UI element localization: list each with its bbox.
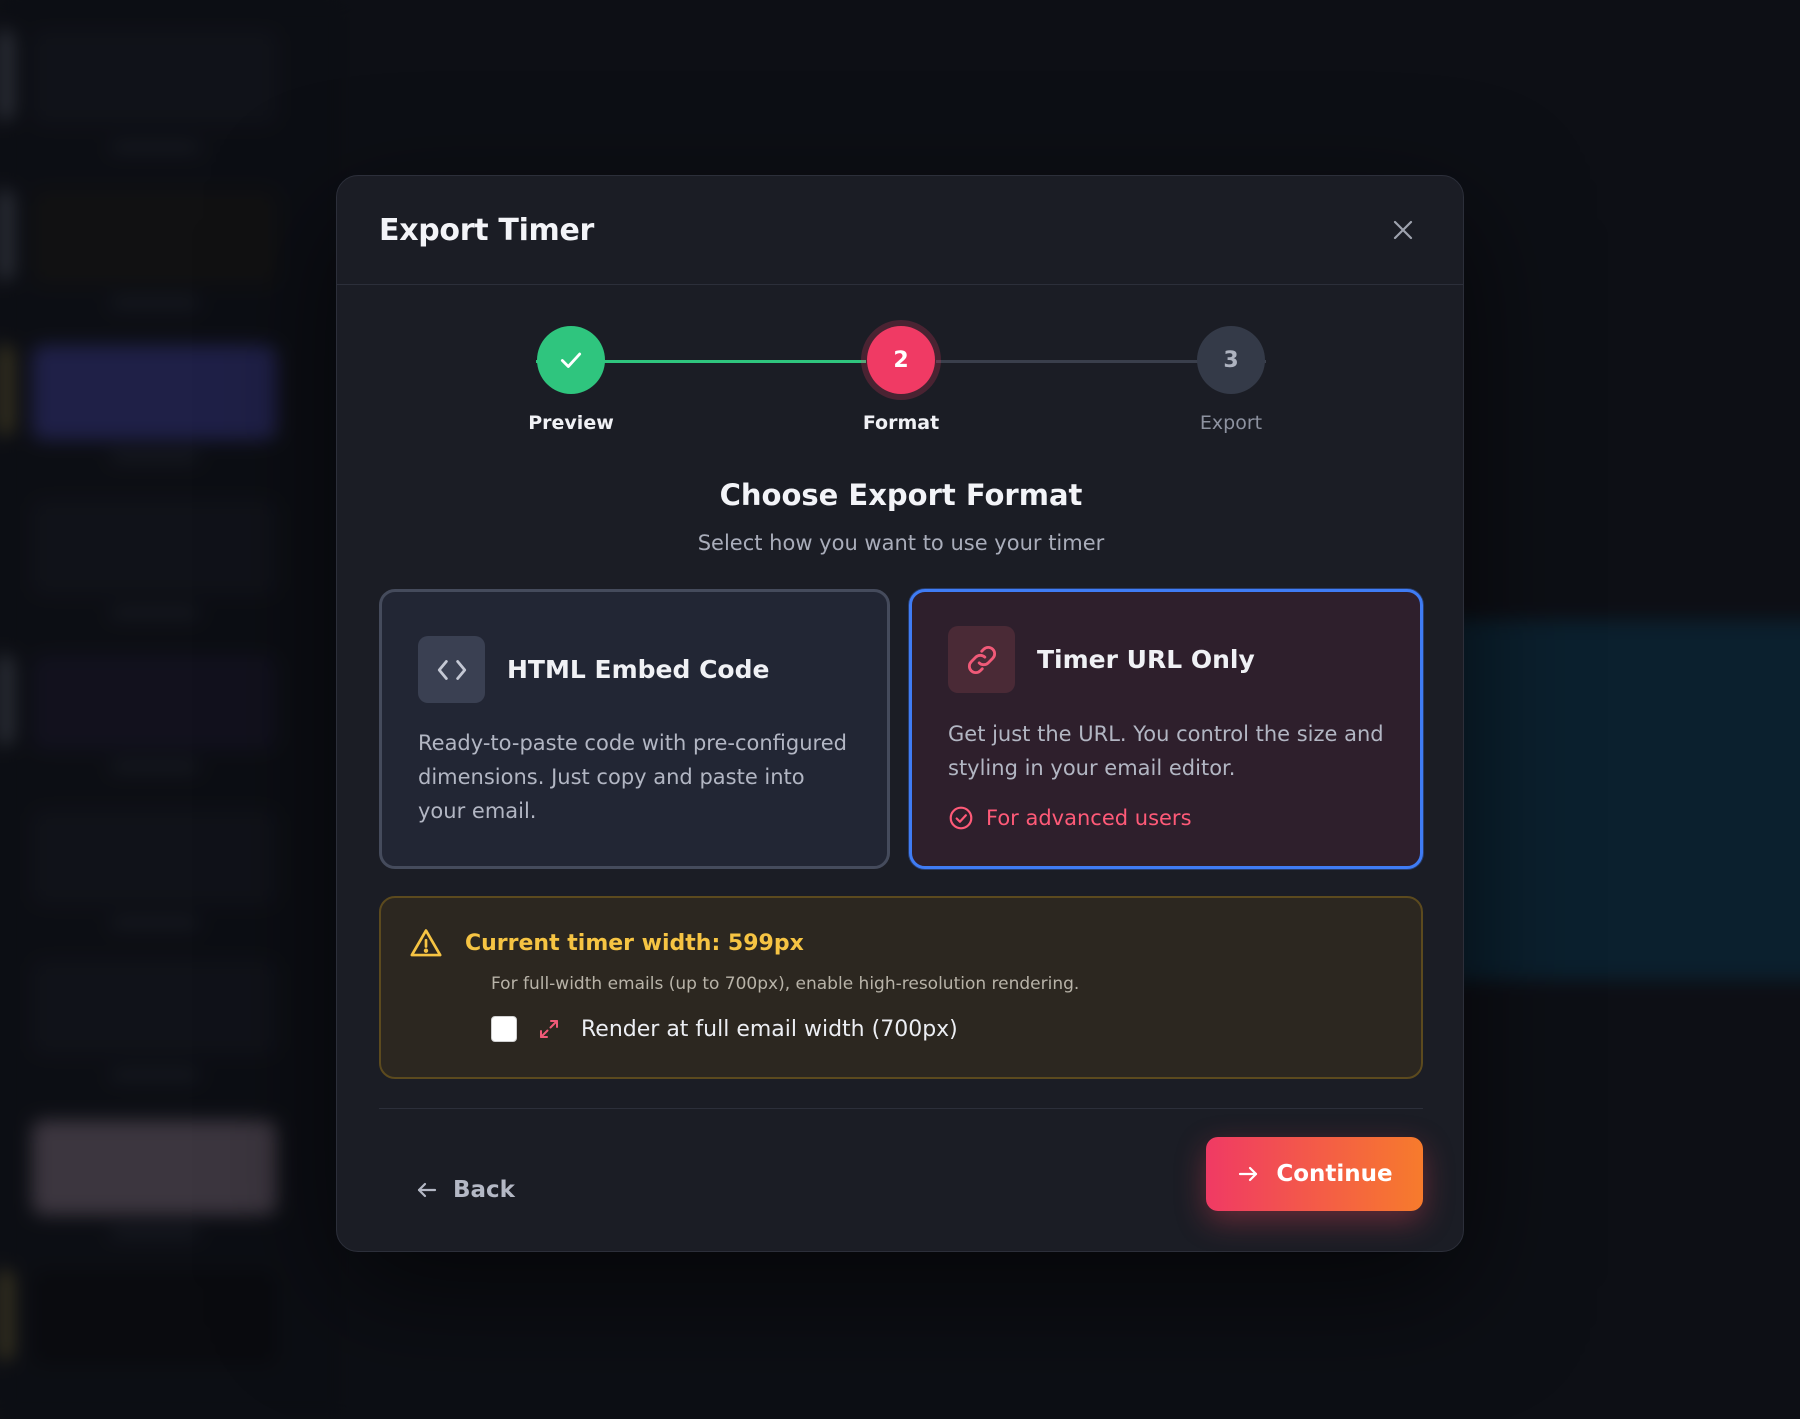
full-width-checkbox[interactable] [491,1016,517,1042]
modal-title: Export Timer [379,212,595,248]
option-header: Timer URL Only [948,626,1384,693]
export-timer-modal: Export Timer Preview 2 Format 3 Export C… [336,175,1464,1252]
step-done-circle [537,326,605,394]
check-icon [560,352,582,368]
full-width-label[interactable]: Render at full email width (700px) [581,1017,958,1042]
arrow-right-icon [1239,1166,1258,1182]
step-label: Preview [528,412,614,434]
warning-triangle-icon [410,929,442,957]
step-pending-circle: 3 [1197,326,1265,394]
step-preview: Preview [471,326,671,434]
option-timer-url[interactable]: Timer URL Only Get just the URL. You con… [909,589,1423,869]
step-label: Export [1199,412,1263,434]
modal-header: Export Timer [337,176,1463,285]
warning-title: Current timer width: 599px [465,930,804,956]
option-title: HTML Embed Code [507,655,770,684]
close-icon [1393,220,1413,240]
warning-header: Current timer width: 599px [409,926,1393,960]
width-warning: Current timer width: 599px For full-widt… [379,896,1423,1079]
footer-divider [379,1108,1423,1109]
back-button[interactable]: Back [415,1166,515,1214]
arrow-left-icon [417,1182,437,1198]
full-width-option: Render at full email width (700px) [491,1016,1393,1042]
advanced-users-label: For advanced users [986,806,1192,830]
check-circle-icon [949,806,973,830]
section-title: Choose Export Format [719,478,1083,512]
warning-text: For full-width emails (up to 700px), ena… [491,974,1080,994]
option-header: HTML Embed Code [418,636,851,703]
continue-label: Continue [1276,1161,1393,1187]
section-subtitle: Select how you want to use your timer [697,531,1105,555]
step-format: 2 Format [801,326,1001,434]
code-icon [418,636,485,703]
option-title: Timer URL Only [1037,645,1255,674]
continue-button[interactable]: Continue [1206,1137,1423,1211]
back-label: Back [453,1177,515,1203]
option-description: Get just the URL. You control the size a… [948,722,1384,780]
option-description: Ready-to-paste code with pre-configured … [418,731,847,823]
advanced-users-badge: For advanced users [948,805,1384,831]
step-export: 3 Export [1131,326,1331,434]
step-label: Format [862,412,940,434]
close-button[interactable] [1383,210,1423,250]
option-html-embed[interactable]: HTML Embed Code Ready-to-paste code with… [379,589,890,869]
step-active-circle: 2 [867,326,935,394]
expand-icon [540,1020,558,1038]
link-icon [948,626,1015,693]
